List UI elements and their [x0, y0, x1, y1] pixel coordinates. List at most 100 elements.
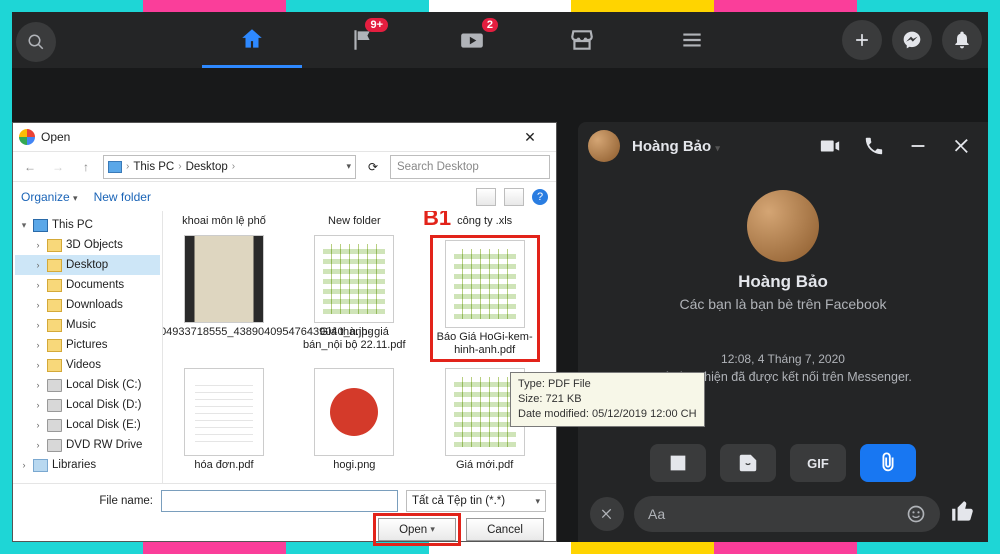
filename-input[interactable] [161, 490, 398, 512]
message-placeholder: Aa [648, 506, 665, 522]
nav-back-button[interactable]: ← [19, 156, 41, 178]
tree-music[interactable]: ›Music [15, 315, 160, 335]
file-item-selected[interactable]: Báo Giá HoGi-kem-hinh-anh.pdf [430, 235, 540, 362]
tree-disk-e[interactable]: ›Local Disk (E:) [15, 415, 160, 435]
watch-icon [459, 27, 485, 53]
minimize-icon [907, 135, 929, 157]
tree-this-pc[interactable]: ▾This PC [15, 215, 160, 235]
messenger-chat-panel: Hoàng Bảo ▾ Hoàng Bảo Các bạn là bạn bè … [578, 122, 988, 542]
send-attachment-button[interactable] [860, 444, 916, 482]
address-bar[interactable]: › This PC › Desktop › ▾ [103, 155, 356, 179]
file-thumb [445, 240, 525, 328]
marketplace-icon [569, 27, 595, 53]
chat-friend-status: Các bạn là bạn bè trên Facebook [679, 296, 886, 312]
audio-call-button[interactable] [858, 130, 890, 162]
preview-pane-button[interactable] [504, 188, 524, 206]
emoji-icon[interactable] [906, 504, 926, 524]
facebook-topbar: 9+ 2 [12, 12, 988, 68]
search-icon [27, 33, 45, 51]
file-header-1[interactable]: khoai môn lệ phố [169, 215, 279, 229]
file-header-2[interactable]: New folder [299, 215, 409, 229]
file-label: Giá mới.pdf [456, 459, 513, 472]
organize-menu[interactable]: Organize ▾ [21, 190, 78, 204]
close-icon [599, 506, 615, 522]
tree-disk-c[interactable]: ›Local Disk (C:) [15, 375, 160, 395]
file-thumb [314, 235, 394, 323]
file-tooltip: Type: PDF File Size: 721 KB Date modifie… [510, 372, 705, 427]
thumbs-up-icon [950, 499, 976, 525]
messenger-icon [902, 30, 922, 50]
close-chat-button[interactable] [946, 130, 978, 162]
avatar[interactable] [588, 130, 620, 162]
new-folder-button[interactable]: New folder [94, 190, 151, 204]
dialog-close-button[interactable]: ✕ [510, 124, 550, 150]
nav-up-button[interactable]: ↑ [75, 156, 97, 178]
collapse-input-button[interactable] [590, 497, 624, 531]
decorative-frame-top [0, 0, 1000, 12]
minimize-chat-button[interactable] [902, 130, 934, 162]
filetype-select[interactable]: Tất cả Tệp tin (*.*)▾ [406, 490, 546, 512]
tree-disk-d[interactable]: ›Local Disk (D:) [15, 395, 160, 415]
home-icon [239, 26, 265, 52]
tab-watch[interactable]: 2 [422, 12, 522, 68]
cancel-button[interactable]: Cancel [466, 518, 544, 541]
file-item[interactable]: Giá thành- giá bán_nội bộ 22.11.pdf [299, 235, 409, 362]
video-icon [819, 135, 841, 157]
bell-icon [952, 30, 972, 50]
tree-videos[interactable]: ›Videos [15, 355, 160, 375]
chevron-down-icon: ▾ [715, 143, 720, 153]
image-icon [667, 452, 689, 474]
tab-pages[interactable]: 9+ [312, 12, 412, 68]
send-like-button[interactable] [950, 499, 976, 530]
file-label: hogi.png [333, 459, 375, 472]
pc-icon [108, 161, 122, 173]
file-list: B1 B2 khoai môn lệ phố New folder công t… [163, 211, 556, 483]
tree-libraries[interactable]: ›Libraries [15, 455, 160, 475]
decorative-frame-right [988, 0, 1000, 554]
file-label: Báo Giá HoGi-kem-hinh-anh.pdf [435, 331, 535, 357]
file-open-dialog: Open ✕ ← → ↑ › This PC › Desktop › ▾ ⟳ S… [12, 122, 557, 542]
nav-forward-button[interactable]: → [47, 156, 69, 178]
tab-home[interactable] [202, 12, 302, 68]
file-item[interactable]: hogi.png [299, 368, 409, 472]
file-thumb [184, 368, 264, 456]
search-input[interactable]: Search Desktop [390, 155, 550, 179]
sticker-icon [737, 452, 759, 474]
breadcrumb-pc[interactable]: This PC [133, 161, 174, 173]
tree-downloads[interactable]: ›Downloads [15, 295, 160, 315]
message-input[interactable]: Aa [634, 496, 940, 532]
close-icon [951, 135, 973, 157]
search-button[interactable] [16, 22, 56, 62]
tree-3d-objects[interactable]: ›3D Objects [15, 235, 160, 255]
chat-timestamp: 12:08, 4 Tháng 7, 2020 [721, 352, 845, 366]
breadcrumb-desktop[interactable]: Desktop [186, 161, 228, 173]
send-gif-button[interactable]: GIF [790, 444, 846, 482]
plus-icon [852, 30, 872, 50]
hamburger-icon [679, 27, 705, 53]
open-button[interactable]: Open ▾ [378, 518, 456, 541]
file-label: hóa đơn.pdf [194, 459, 253, 472]
notifications-button[interactable] [942, 20, 982, 60]
tab-menu[interactable] [642, 12, 742, 68]
view-mode-button[interactable] [476, 188, 496, 206]
chat-header-name[interactable]: Hoàng Bảo ▾ [632, 138, 802, 155]
help-button[interactable]: ? [532, 189, 548, 205]
file-item[interactable]: hóa đơn.pdf [169, 368, 279, 472]
create-button[interactable] [842, 20, 882, 60]
tree-pictures[interactable]: ›Pictures [15, 335, 160, 355]
search-placeholder: Search Desktop [397, 161, 479, 173]
video-call-button[interactable] [814, 130, 846, 162]
messenger-button[interactable] [892, 20, 932, 60]
dialog-titlebar[interactable]: Open ✕ [13, 123, 556, 151]
send-sticker-button[interactable] [720, 444, 776, 482]
chat-profile-avatar[interactable] [747, 190, 819, 262]
refresh-button[interactable]: ⟳ [362, 156, 384, 178]
tree-desktop[interactable]: ›Desktop [15, 255, 160, 275]
badge-pages: 9+ [365, 18, 388, 32]
tree-documents[interactable]: ›Documents [15, 275, 160, 295]
tree-dvd[interactable]: ›DVD RW Drive [15, 435, 160, 455]
send-photo-button[interactable] [650, 444, 706, 482]
tab-marketplace[interactable] [532, 12, 632, 68]
dialog-title: Open [41, 130, 510, 144]
file-item[interactable]: 77017757_5720404933718555_43890409547643… [169, 235, 279, 362]
